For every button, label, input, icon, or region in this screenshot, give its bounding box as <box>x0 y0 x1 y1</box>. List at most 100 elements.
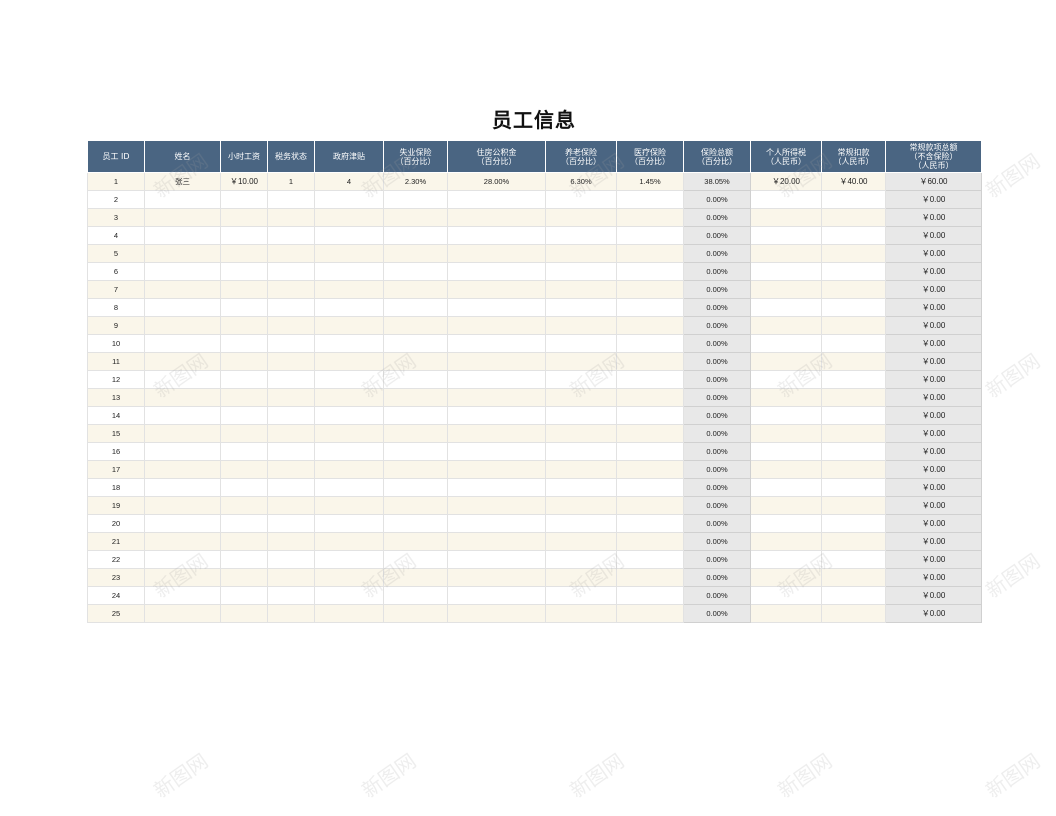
table-cell[interactable] <box>144 460 221 479</box>
table-cell[interactable] <box>144 226 221 245</box>
table-cell[interactable] <box>616 442 684 461</box>
table-cell[interactable]: ￥20.00 <box>750 172 822 191</box>
table-cell[interactable] <box>545 226 617 245</box>
table-cell[interactable] <box>383 586 448 605</box>
table-cell[interactable] <box>383 406 448 425</box>
table-cell[interactable] <box>144 262 221 281</box>
table-cell[interactable]: 7 <box>87 280 145 299</box>
table-cell[interactable] <box>267 424 315 443</box>
table-cell[interactable] <box>545 568 617 587</box>
table-cell[interactable] <box>821 190 886 209</box>
table-cell[interactable] <box>616 496 684 515</box>
table-cell[interactable] <box>447 262 546 281</box>
table-cell[interactable]: 0.00% <box>683 604 751 623</box>
table-cell[interactable]: ￥0.00 <box>885 604 982 623</box>
table-cell[interactable] <box>220 298 268 317</box>
table-cell[interactable] <box>267 514 315 533</box>
table-cell[interactable] <box>267 586 315 605</box>
table-cell[interactable]: 0.00% <box>683 244 751 263</box>
table-cell[interactable] <box>821 496 886 515</box>
table-cell[interactable] <box>314 244 384 263</box>
table-cell[interactable] <box>383 496 448 515</box>
table-cell[interactable] <box>750 352 822 371</box>
table-cell[interactable]: 1 <box>87 172 145 191</box>
table-cell[interactable] <box>750 406 822 425</box>
table-cell[interactable] <box>267 316 315 335</box>
table-cell[interactable]: ￥0.00 <box>885 532 982 551</box>
table-cell[interactable] <box>447 496 546 515</box>
table-cell[interactable]: 13 <box>87 388 145 407</box>
table-cell[interactable] <box>220 568 268 587</box>
table-cell[interactable]: 0.00% <box>683 496 751 515</box>
table-cell[interactable] <box>545 190 617 209</box>
table-cell[interactable] <box>220 244 268 263</box>
table-cell[interactable] <box>267 208 315 227</box>
table-cell[interactable]: ￥0.00 <box>885 352 982 371</box>
table-cell[interactable] <box>267 442 315 461</box>
table-cell[interactable]: 0.00% <box>683 478 751 497</box>
table-cell[interactable]: 1.45% <box>616 172 684 191</box>
table-cell[interactable] <box>314 280 384 299</box>
table-cell[interactable] <box>545 334 617 353</box>
column-header[interactable]: 姓名 <box>144 140 221 173</box>
table-cell[interactable] <box>821 226 886 245</box>
table-cell[interactable] <box>447 190 546 209</box>
table-cell[interactable] <box>821 406 886 425</box>
table-cell[interactable] <box>383 334 448 353</box>
table-cell[interactable]: 0.00% <box>683 514 751 533</box>
table-cell[interactable] <box>750 604 822 623</box>
table-cell[interactable] <box>220 316 268 335</box>
table-cell[interactable] <box>545 262 617 281</box>
table-cell[interactable] <box>616 424 684 443</box>
table-cell[interactable] <box>267 352 315 371</box>
table-cell[interactable] <box>616 244 684 263</box>
table-cell[interactable]: 14 <box>87 406 145 425</box>
table-cell[interactable] <box>314 532 384 551</box>
table-cell[interactable]: 8 <box>87 298 145 317</box>
table-cell[interactable] <box>821 550 886 569</box>
table-cell[interactable] <box>144 244 221 263</box>
table-cell[interactable] <box>447 316 546 335</box>
table-cell[interactable] <box>144 352 221 371</box>
table-cell[interactable] <box>220 514 268 533</box>
table-cell[interactable] <box>383 550 448 569</box>
table-cell[interactable]: 0.00% <box>683 226 751 245</box>
table-cell[interactable] <box>220 352 268 371</box>
table-cell[interactable] <box>314 190 384 209</box>
table-cell[interactable] <box>616 568 684 587</box>
table-cell[interactable]: 0.00% <box>683 406 751 425</box>
table-cell[interactable]: ￥0.00 <box>885 424 982 443</box>
table-cell[interactable] <box>314 298 384 317</box>
table-cell[interactable] <box>144 424 221 443</box>
table-cell[interactable] <box>545 352 617 371</box>
table-cell[interactable]: 0.00% <box>683 298 751 317</box>
table-cell[interactable] <box>616 334 684 353</box>
table-cell[interactable] <box>545 514 617 533</box>
table-cell[interactable] <box>616 550 684 569</box>
table-cell[interactable] <box>821 352 886 371</box>
table-cell[interactable] <box>383 316 448 335</box>
table-cell[interactable] <box>267 226 315 245</box>
table-cell[interactable] <box>821 370 886 389</box>
table-cell[interactable] <box>545 280 617 299</box>
table-cell[interactable]: ￥0.00 <box>885 262 982 281</box>
table-cell[interactable] <box>447 298 546 317</box>
table-cell[interactable]: 6 <box>87 262 145 281</box>
table-cell[interactable] <box>616 316 684 335</box>
table-cell[interactable] <box>314 262 384 281</box>
table-cell[interactable] <box>821 460 886 479</box>
table-cell[interactable] <box>383 478 448 497</box>
table-cell[interactable] <box>267 568 315 587</box>
table-cell[interactable] <box>545 298 617 317</box>
table-cell[interactable] <box>314 478 384 497</box>
table-cell[interactable] <box>314 316 384 335</box>
table-cell[interactable]: 38.05% <box>683 172 751 191</box>
table-cell[interactable] <box>220 442 268 461</box>
table-cell[interactable] <box>267 370 315 389</box>
table-cell[interactable] <box>144 370 221 389</box>
table-cell[interactable] <box>616 586 684 605</box>
table-cell[interactable] <box>545 442 617 461</box>
table-cell[interactable] <box>447 532 546 551</box>
table-cell[interactable] <box>447 406 546 425</box>
table-cell[interactable]: 0.00% <box>683 262 751 281</box>
